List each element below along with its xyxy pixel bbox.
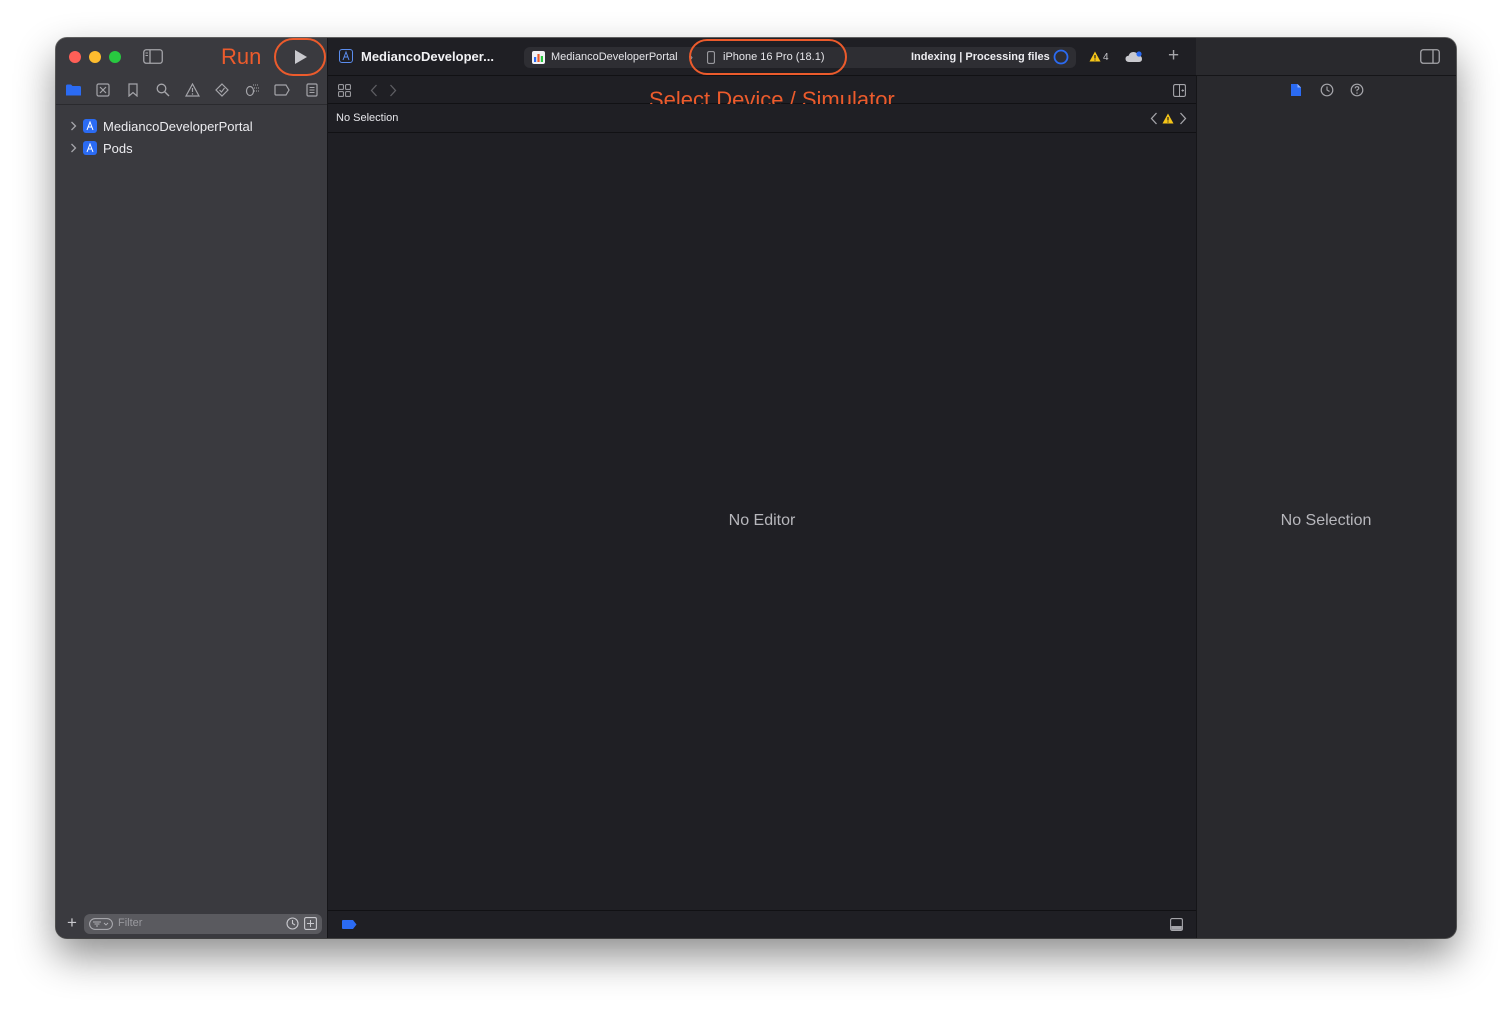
inspector-pane [1196, 38, 1456, 938]
activity-status: Indexing | Processing files [911, 51, 1050, 63]
issue-warning-icon[interactable] [1162, 113, 1174, 124]
tree-item-medianco[interactable]: MediancoDeveloperPortal [70, 116, 253, 136]
activity-spinner-icon [1053, 49, 1069, 65]
debug-area-toggle-icon[interactable] [341, 920, 357, 929]
navigator-divider [56, 104, 327, 105]
device-annotation-circle [689, 39, 847, 75]
inspector-empty-label: No Selection [1280, 512, 1372, 529]
back-chevron-icon[interactable] [370, 84, 378, 97]
filter-field[interactable]: Filter [84, 914, 322, 934]
play-icon [295, 50, 307, 64]
tree-item-pods[interactable]: Pods [70, 138, 133, 158]
issue-navigator-icon[interactable] [185, 83, 200, 97]
xcode-window: Run MediancoDeveloperPortal Pods + Filte… [56, 38, 1456, 938]
next-issue-icon[interactable] [1179, 112, 1187, 125]
chevron-right-icon [71, 143, 77, 153]
file-inspector-icon[interactable] [1290, 83, 1302, 97]
editor-path-bar [328, 104, 1196, 133]
test-navigator-icon[interactable] [215, 83, 229, 97]
source-control-navigator-icon[interactable] [96, 83, 110, 97]
debug-navigator-icon[interactable] [244, 83, 260, 97]
help-inspector-icon[interactable] [1350, 83, 1364, 97]
xcodeproj-icon [83, 119, 97, 133]
forward-chevron-icon[interactable] [389, 84, 397, 97]
breakpoint-navigator-icon[interactable] [274, 84, 290, 96]
path-label: No Selection [336, 112, 399, 124]
warning-icon[interactable] [1089, 51, 1101, 62]
inspector-toggle-icon[interactable] [1420, 49, 1440, 64]
split-editor-icon[interactable] [1173, 84, 1186, 97]
navigator-pane [56, 38, 328, 938]
find-navigator-icon[interactable] [156, 83, 170, 97]
warning-count: 4 [1103, 52, 1109, 63]
chevron-right-icon [71, 121, 77, 131]
tree-item-label: MediancoDeveloperPortal [103, 118, 253, 134]
debug-bar [328, 910, 1196, 938]
zoom-button[interactable] [109, 51, 121, 63]
bookmark-navigator-icon[interactable] [127, 83, 139, 97]
recent-files-icon[interactable] [286, 917, 299, 930]
inspector-toolbar [1196, 38, 1456, 76]
minimize-button[interactable] [89, 51, 101, 63]
console-toggle-icon[interactable] [1170, 918, 1183, 931]
sidebar-toggle-icon[interactable] [143, 49, 163, 64]
xcodeproj-icon [83, 141, 97, 155]
project-title: MediancoDeveloper... [361, 49, 494, 64]
source-control-filter-icon[interactable] [304, 917, 317, 930]
app-target-icon [532, 51, 545, 64]
add-file-button[interactable]: + [67, 913, 77, 933]
project-navigator-icon[interactable] [66, 84, 81, 96]
cloud-icon[interactable] [1125, 50, 1143, 63]
previous-issue-icon[interactable] [1150, 112, 1158, 125]
add-tab-button[interactable]: + [1168, 46, 1179, 66]
run-annotation: Run [221, 44, 262, 69]
filter-options-icon[interactable] [89, 918, 113, 930]
related-items-grid-icon[interactable] [338, 84, 351, 97]
editor-empty-label: No Editor [728, 512, 796, 529]
project-icon [339, 49, 353, 63]
close-button[interactable] [69, 51, 81, 63]
report-navigator-icon[interactable] [306, 83, 318, 97]
run-button[interactable] [294, 49, 308, 65]
filter-placeholder: Filter [118, 917, 143, 929]
tree-item-label: Pods [103, 140, 133, 156]
scheme-name[interactable]: MediancoDeveloperPortal [551, 51, 678, 63]
history-inspector-icon[interactable] [1320, 83, 1334, 97]
